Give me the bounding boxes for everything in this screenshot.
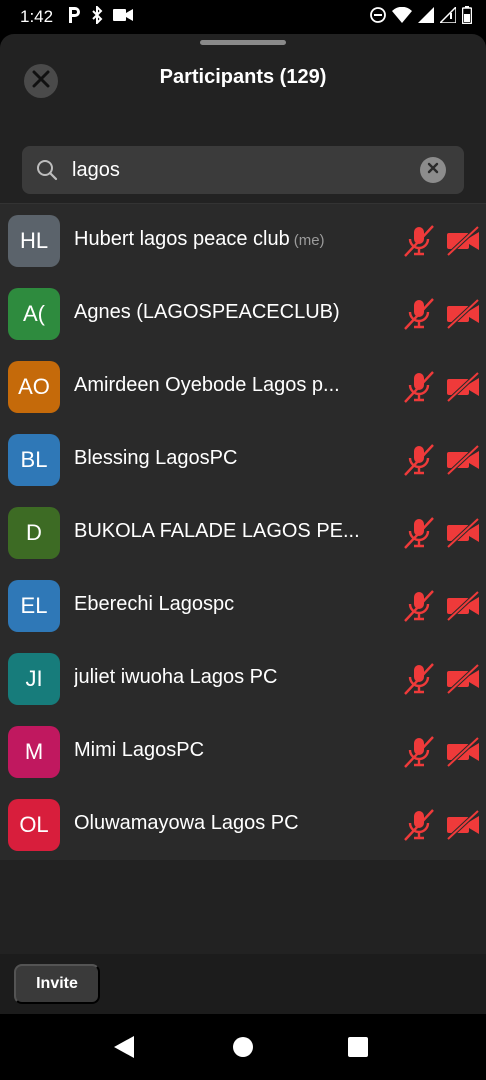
battery-icon: [461, 5, 473, 29]
search-icon: [36, 159, 58, 186]
page-title: Participants (129): [159, 66, 327, 88]
video-off-icon[interactable]: [446, 225, 480, 261]
participant-row[interactable]: HL Hubert lagos peace club (me): [0, 204, 486, 277]
participant-row[interactable]: OL Oluwamayowa Lagos PC: [0, 788, 486, 861]
search-bar: [22, 146, 464, 194]
parking-p-icon: [67, 6, 81, 29]
mic-muted-icon[interactable]: [402, 443, 436, 482]
participant-name-text: juliet iwuoha Lagos PC: [74, 666, 278, 688]
participant-name-text: Eberechi Lagospc: [74, 593, 235, 615]
cell-signal-icon: [438, 4, 457, 28]
cell-signal-icon: [418, 6, 434, 28]
wifi-icon: [392, 6, 412, 28]
video-off-icon[interactable]: [446, 590, 480, 626]
mic-muted-icon[interactable]: [402, 224, 436, 263]
participant-name-text: Agnes (LAGOSPEACECLUB): [74, 301, 340, 323]
video-camera-icon: [113, 8, 134, 27]
video-off-icon[interactable]: [446, 736, 480, 772]
avatar: D: [8, 507, 60, 559]
participant-name: Agnes (LAGOSPEACECLUB): [74, 301, 364, 324]
search-input[interactable]: [72, 154, 412, 186]
bluetooth-icon: [91, 4, 103, 29]
participant-name: Amirdeen Oyebode Lagos p...: [74, 374, 364, 397]
participant-name: Hubert lagos peace club (me): [74, 228, 364, 251]
avatar: AO: [8, 361, 60, 413]
participant-list: HL Hubert lagos peace club (me) A( Agnes (LA…: [0, 204, 486, 860]
me-tag: (me): [293, 232, 325, 249]
system-nav-bar: [0, 1014, 486, 1080]
participant-name-text: Hubert lagos peace club: [74, 228, 290, 250]
avatar: HL: [8, 215, 60, 267]
video-off-icon[interactable]: [446, 371, 480, 407]
video-off-icon[interactable]: [446, 298, 480, 334]
participant-row[interactable]: D BUKOLA FALADE LAGOS PE...: [0, 496, 486, 569]
avatar: OL: [8, 799, 60, 851]
participant-row[interactable]: A( Agnes (LAGOSPEACECLUB): [0, 277, 486, 350]
recents-icon[interactable]: [348, 1037, 368, 1057]
participant-name: juliet iwuoha Lagos PC: [74, 666, 364, 689]
participant-name-text: Oluwamayowa Lagos PC: [74, 812, 299, 834]
status-right-icons: [370, 4, 473, 29]
participant-name: Oluwamayowa Lagos PC: [74, 812, 364, 835]
home-icon[interactable]: [233, 1037, 253, 1057]
participant-name-text: Amirdeen Oyebode Lagos p...: [74, 374, 340, 396]
video-off-icon[interactable]: [446, 517, 480, 553]
video-off-icon[interactable]: [446, 663, 480, 699]
status-bar: 1:42: [0, 0, 486, 34]
avatar: A(: [8, 288, 60, 340]
participant-name: Eberechi Lagospc: [74, 593, 364, 616]
mic-muted-icon[interactable]: [402, 735, 436, 774]
mic-muted-icon[interactable]: [402, 297, 436, 336]
mic-muted-icon[interactable]: [402, 516, 436, 555]
avatar: M: [8, 726, 60, 778]
participant-name: Mimi LagosPC: [74, 739, 364, 762]
participant-row[interactable]: BL Blessing LagosPC: [0, 423, 486, 496]
header: Participants (129): [0, 54, 486, 102]
status-time: 1:42: [20, 7, 54, 26]
mic-muted-icon[interactable]: [402, 370, 436, 409]
avatar: EL: [8, 580, 60, 632]
back-icon[interactable]: [114, 1036, 134, 1063]
participant-name: Blessing LagosPC: [74, 447, 364, 470]
participant-name: BUKOLA FALADE LAGOS PE...: [74, 520, 364, 543]
participants-sheet: Participants (129) HL Hubert lagos peace …: [0, 34, 486, 1048]
do-not-disturb-icon: [370, 6, 386, 28]
video-off-icon[interactable]: [446, 809, 480, 845]
participant-name-text: Blessing LagosPC: [74, 447, 238, 469]
participant-row[interactable]: EL Eberechi Lagospc: [0, 569, 486, 642]
invite-button[interactable]: Invite: [14, 964, 100, 1004]
participant-row[interactable]: AO Amirdeen Oyebode Lagos p...: [0, 350, 486, 423]
video-off-icon[interactable]: [446, 444, 480, 480]
status-left-icons: [67, 4, 134, 29]
drag-handle[interactable]: [200, 40, 286, 45]
clear-icon: [427, 161, 439, 179]
avatar: JI: [8, 653, 60, 705]
avatar: BL: [8, 434, 60, 486]
mic-muted-icon[interactable]: [402, 662, 436, 701]
participant-name-text: Mimi LagosPC: [74, 739, 205, 761]
participant-row[interactable]: JI juliet iwuoha Lagos PC: [0, 642, 486, 715]
mic-muted-icon[interactable]: [402, 589, 436, 628]
participant-row[interactable]: M Mimi LagosPC: [0, 715, 486, 788]
clear-search-button[interactable]: [420, 157, 446, 183]
mic-muted-icon[interactable]: [402, 808, 436, 847]
participant-name-text: BUKOLA FALADE LAGOS PE...: [74, 520, 360, 542]
